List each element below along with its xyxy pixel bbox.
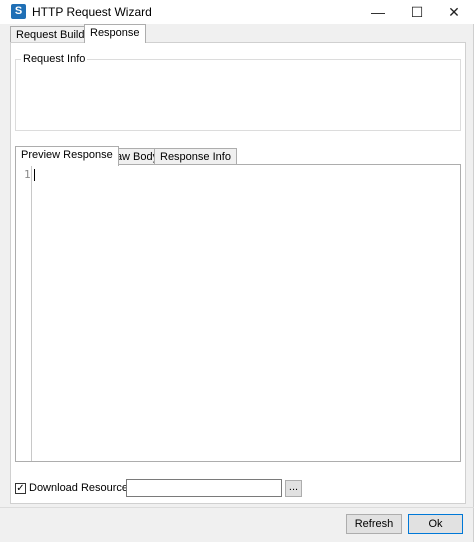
text-caret xyxy=(34,169,35,181)
tab-response[interactable]: Response xyxy=(84,24,146,43)
request-info-legend: Request Info xyxy=(21,53,88,65)
minimize-button[interactable]: — xyxy=(360,0,396,24)
request-info-group: Request Info xyxy=(15,53,461,131)
browse-button[interactable]: ... xyxy=(285,480,302,497)
response-preview-editor[interactable]: 1 xyxy=(15,164,461,462)
app-icon: S xyxy=(11,4,26,19)
title-bar[interactable]: S HTTP Request Wizard — ☐ ✕ xyxy=(0,0,474,24)
tab-response-info[interactable]: Response Info xyxy=(154,148,237,165)
ok-button[interactable]: Ok xyxy=(408,514,463,534)
refresh-button[interactable]: Refresh xyxy=(346,514,402,534)
download-resource-label[interactable]: Download Resource xyxy=(29,482,128,494)
line-number-gutter: 1 xyxy=(16,165,32,461)
download-resource-checkbox[interactable]: ✓ xyxy=(15,483,26,494)
line-number: 1 xyxy=(24,168,31,181)
window-title: HTTP Request Wizard xyxy=(32,5,152,19)
maximize-button[interactable]: ☐ xyxy=(399,0,435,24)
tab-preview-response[interactable]: Preview Response xyxy=(15,146,119,166)
download-path-input[interactable] xyxy=(126,479,282,497)
close-button[interactable]: ✕ xyxy=(436,0,472,24)
http-request-wizard-window: S HTTP Request Wizard — ☐ ✕ Request Buil… xyxy=(0,0,474,542)
footer-divider xyxy=(0,507,474,508)
